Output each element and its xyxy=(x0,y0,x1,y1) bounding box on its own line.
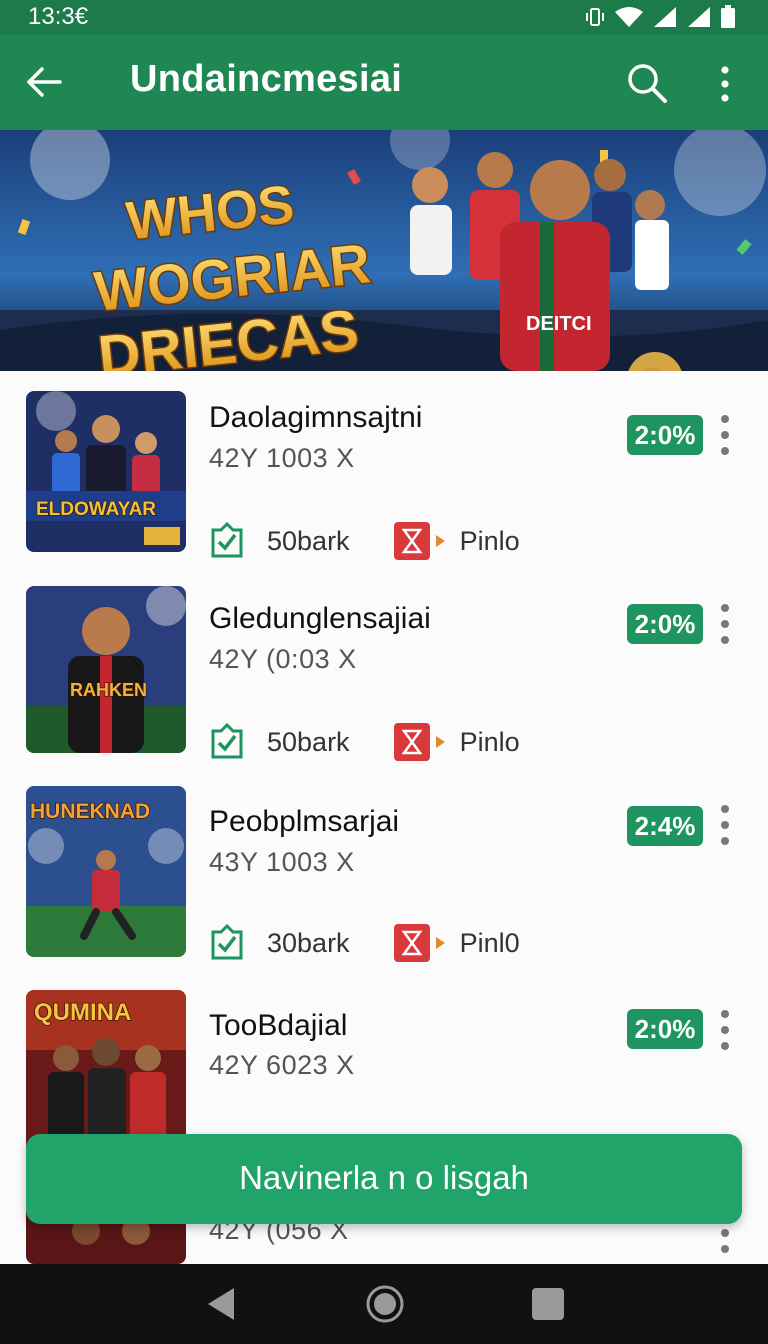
stat-downloads: 50bark xyxy=(267,525,350,556)
percent-badge: 2:4% xyxy=(627,806,703,846)
percent-badge: 2:0% xyxy=(627,415,703,455)
vibrate-icon xyxy=(586,8,604,26)
app-bar: Undaincmesiai xyxy=(0,34,768,130)
hourglass-icon xyxy=(393,522,430,560)
game-thumbnail: HUNEKNAD xyxy=(26,786,186,957)
page-title: Undaincmesiai xyxy=(130,58,403,100)
game-thumbnail: ELDOWAYAR xyxy=(26,391,186,552)
play-arrow-icon xyxy=(435,937,445,949)
svg-text:QUMINA: QUMINA xyxy=(34,999,131,1026)
stat-downloads: 50bark xyxy=(267,726,350,757)
game-list: ELDOWAYAR Daolagimnsajtni 42Y 1003 X 2:0… xyxy=(0,371,768,1264)
more-vert-icon[interactable] xyxy=(716,803,734,847)
arrow-left-icon[interactable] xyxy=(24,62,64,102)
check-shield-icon xyxy=(211,723,243,759)
play-arrow-icon xyxy=(435,736,445,748)
item-meta: 50bark Pinlo xyxy=(209,521,520,561)
item-title: Gledunglensajiai xyxy=(209,602,431,635)
item-meta: 30bark Pinl0 xyxy=(209,923,520,963)
signal-icon xyxy=(654,7,676,27)
nav-home-icon[interactable] xyxy=(365,1284,405,1324)
more-vert-icon[interactable] xyxy=(716,1008,734,1052)
item-title: TooBdajial xyxy=(209,1009,348,1042)
nav-back-icon[interactable] xyxy=(202,1284,242,1324)
stat-downloads: 30bark xyxy=(267,927,350,958)
more-vert-icon[interactable] xyxy=(716,602,734,646)
percent-badge: 2:0% xyxy=(627,604,703,644)
battery-icon xyxy=(721,5,735,28)
item-subtitle: 43Y 1003 X xyxy=(209,847,355,877)
status-time: 13:3€ xyxy=(28,3,89,30)
svg-text:ELDOWAYAR: ELDOWAYAR xyxy=(36,499,156,520)
play-arrow-icon xyxy=(435,535,445,547)
percent-badge: 2:0% xyxy=(627,1009,703,1049)
item-subtitle: 42Y 6023 X xyxy=(209,1050,355,1080)
item-meta: 50bark Pinlo xyxy=(209,722,520,762)
check-shield-icon xyxy=(211,924,243,960)
status-icons xyxy=(584,5,736,29)
search-icon[interactable] xyxy=(626,62,668,104)
game-thumbnail: RAHKEN xyxy=(26,586,186,753)
list-item[interactable]: ELDOWAYAR Daolagimnsajtni 42Y 1003 X 2:0… xyxy=(0,371,768,571)
stat-platform: Pinlo xyxy=(459,726,520,757)
item-subtitle: 42Y (0:03 X xyxy=(209,644,357,674)
stat-platform: Pinl0 xyxy=(459,927,520,958)
item-title: Peobplmsarjai xyxy=(209,805,400,838)
check-shield-icon xyxy=(211,522,243,558)
list-item[interactable]: HUNEKNAD Peobplmsarjai 43Y 1003 X 2:4% 3… xyxy=(0,773,768,973)
hourglass-icon xyxy=(393,924,430,962)
status-bar: 13:3€ xyxy=(0,0,768,34)
hourglass-icon xyxy=(393,723,430,761)
svg-text:HUNEKNAD: HUNEKNAD xyxy=(30,800,150,823)
svg-text:RAHKEN: RAHKEN xyxy=(70,680,147,700)
item-subtitle: 42Y 1003 X xyxy=(209,443,355,473)
system-nav-bar xyxy=(0,1264,768,1344)
wifi-icon xyxy=(615,7,643,27)
primary-action-button[interactable]: Navinerla n o lisgah xyxy=(26,1134,742,1224)
signal-icon-2 xyxy=(688,7,710,27)
hero-banner[interactable]: DEITCI WHOS WOGRIAR DRIECAS xyxy=(0,130,768,371)
more-vert-icon[interactable] xyxy=(712,64,738,104)
item-title: Daolagimnsajtni xyxy=(209,401,423,434)
jersey-text: DEITCI xyxy=(526,313,592,335)
nav-recents-icon[interactable] xyxy=(528,1284,568,1324)
more-vert-icon[interactable] xyxy=(716,413,734,457)
stat-platform: Pinlo xyxy=(459,525,520,556)
list-item[interactable]: RAHKEN Gledunglensajiai 42Y (0:03 X 2:0%… xyxy=(0,572,768,772)
